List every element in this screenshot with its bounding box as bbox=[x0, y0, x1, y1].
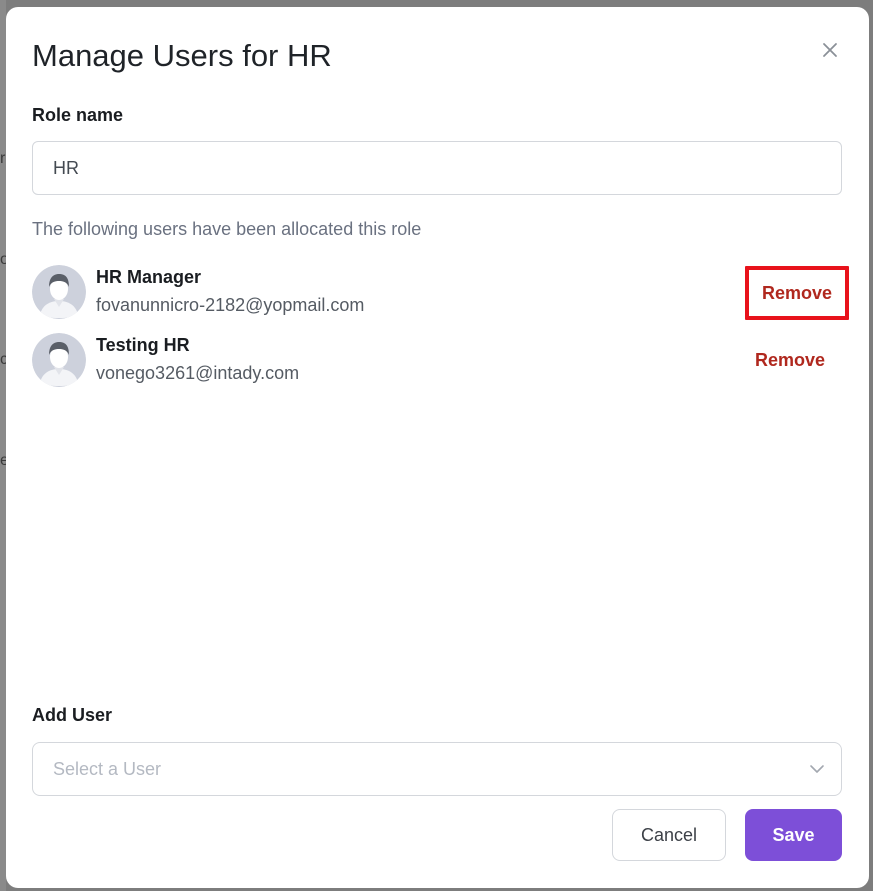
close-icon bbox=[823, 43, 837, 57]
remove-user-button[interactable]: Remove bbox=[745, 266, 849, 320]
user-email: vonego3261@intady.com bbox=[96, 363, 300, 383]
cancel-button[interactable]: Cancel bbox=[612, 809, 726, 861]
user-select-dropdown[interactable]: Select a User bbox=[32, 742, 842, 796]
allocated-users-description: The following users have been allocated … bbox=[32, 219, 422, 239]
manage-users-modal: Manage Users for HR Role name The follow… bbox=[6, 7, 869, 888]
add-user-label: Add User bbox=[32, 705, 113, 725]
save-button[interactable]: Save bbox=[745, 809, 842, 861]
chevron-down-icon bbox=[810, 765, 824, 773]
modal-title: Manage Users for HR bbox=[32, 38, 332, 73]
user-name: Testing HR bbox=[96, 335, 190, 355]
role-name-label: Role name bbox=[32, 105, 124, 125]
user-email: fovanunnicro-2182@yopmail.com bbox=[96, 295, 365, 315]
user-avatar-icon bbox=[32, 333, 86, 387]
user-list-item: HR Manager fovanunnicro-2182@yopmail.com… bbox=[32, 265, 849, 321]
background-text-fragment: r bbox=[0, 150, 6, 167]
role-name-input[interactable] bbox=[32, 141, 842, 195]
close-button[interactable] bbox=[820, 40, 840, 60]
user-list-item: Testing HR vonego3261@intady.com Remove bbox=[32, 333, 842, 389]
select-placeholder: Select a User bbox=[53, 759, 162, 779]
remove-user-button[interactable]: Remove bbox=[738, 333, 842, 387]
user-avatar-icon bbox=[32, 265, 86, 319]
user-name: HR Manager bbox=[96, 267, 202, 287]
